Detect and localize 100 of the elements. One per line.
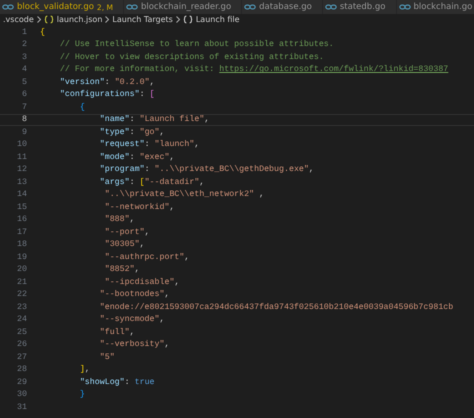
punctuation: , [174,278,180,287]
string-literal: "--authrpc.port" [104,252,184,262]
line-number: 18 [16,240,27,250]
bracket: ] [78,365,85,374]
punctuation: , [184,252,190,262]
string-literal: "go" [140,128,160,137]
breadcrumb-item[interactable]: Launch Targets [112,15,173,24]
breadcrumb-item[interactable]: Launch file [196,15,240,24]
line-number: 3 [21,52,27,62]
punctuation: , [144,228,150,237]
line-number: 30 [16,390,27,400]
string-literal: "--datadir" [144,178,200,187]
json-key: "showLog" [40,378,125,387]
go-file-icon [244,4,256,10]
string-literal: "--bootnodes" [98,290,164,300]
punctuation: : [130,115,136,124]
go-file-icon [398,4,410,10]
string-literal: "exec" [140,152,170,162]
line-number: 13 [16,178,27,187]
code-comment: // Hover to view descriptions of existing attributes. [58,52,324,62]
line-number: 14 [16,190,27,200]
punctuation: , [84,365,90,374]
editor-tab[interactable]: statedb.go [322,0,396,14]
punctuation: : [140,90,146,100]
line-number: 24 [16,315,27,324]
line-number: 26 [16,340,27,350]
line-number: 1 [21,28,27,37]
line-number: 27 [16,352,27,362]
code-comment: // Use IntelliSense to learn about possible attributes. [58,40,334,50]
string-literal: "--verbosity" [98,340,164,350]
line-number: 15 [16,202,27,212]
punctuation: , [164,340,170,350]
string-literal: "--networkid" [104,202,170,212]
line-number: 5 [21,78,27,87]
punctuation: , [150,78,155,87]
string-literal: "30305" [104,240,140,250]
punctuation: , [194,140,200,150]
punctuation: , [164,290,170,300]
punctuation: : [144,165,151,174]
line-number: 6 [21,90,27,100]
code-comment: // For more information, visit: [58,65,216,74]
line-number: 7 [21,102,27,112]
json-key: "name" [40,115,130,124]
line-number: 11 [16,152,27,162]
line-number: 16 [16,215,27,224]
breadcrumb-item[interactable]: .vscode [3,15,34,24]
bracket: [ [150,90,155,100]
chevron-icon [105,16,110,23]
string-literal: "5" [98,352,115,362]
punctuation: , [199,178,204,187]
bracket: { [78,102,85,112]
json-key: "type" [40,128,130,137]
breadcrumb-item[interactable]: launch.json [56,15,102,24]
editor-tab[interactable]: database.go [242,0,323,14]
string-literal: "..\\private_BC\\eth_network2" [104,190,254,200]
json-key: "configurations" [40,90,140,100]
string-literal: "--ipcdisable" [104,278,174,287]
line-number: 23 [16,302,27,312]
go-file-icon [2,4,14,10]
string-literal: "888" [104,215,130,224]
string-literal: "0.2.0" [114,78,150,87]
line-number: 17 [16,228,27,237]
punctuation: , [169,202,174,212]
editor-tab[interactable]: blockchain.go [396,0,474,14]
line-number: 29 [16,378,27,387]
line-number: 28 [16,365,27,374]
string-literal: "8852" [104,265,135,274]
go-file-icon [324,4,337,10]
punctuation: : [130,152,136,162]
link[interactable]: https://go.microsoft.com/fwlink/?linkid=830387 [219,65,448,74]
chevron-icon [176,16,180,23]
line-number: 25 [16,328,27,337]
punctuation: : [130,128,136,137]
json-key: "mode" [40,152,130,162]
punctuation: : [104,78,111,87]
line-number: 21 [16,278,27,287]
line-number: 9 [21,128,27,137]
punctuation: , [130,215,135,224]
json-key: "request" [40,140,145,150]
punctuation: , [308,165,314,174]
braces-icon [44,15,54,24]
punctuation: , [140,240,145,250]
string-literal: "Launch file" [140,115,204,124]
go-file-icon [126,4,138,10]
string-literal: "..\\private_BC\\gethDebug.exe" [154,165,309,174]
line-number: 4 [21,65,27,74]
punctuation: , [204,115,210,124]
line-number: 31 [16,402,27,412]
line-number: 10 [16,140,27,150]
json-key: "program" [40,165,145,174]
string-literal: "full" [98,328,130,337]
punctuation: , [160,315,164,324]
punctuation: : [144,140,151,150]
string-literal: "--port" [104,228,145,237]
line-number: 19 [16,252,27,262]
boolean-literal: true [134,378,155,387]
editor-tab[interactable]: blockchain_reader.go [124,0,242,14]
punctuation: , [160,128,164,137]
string-literal: "launch" [154,140,194,150]
chevron-icon [36,16,41,23]
